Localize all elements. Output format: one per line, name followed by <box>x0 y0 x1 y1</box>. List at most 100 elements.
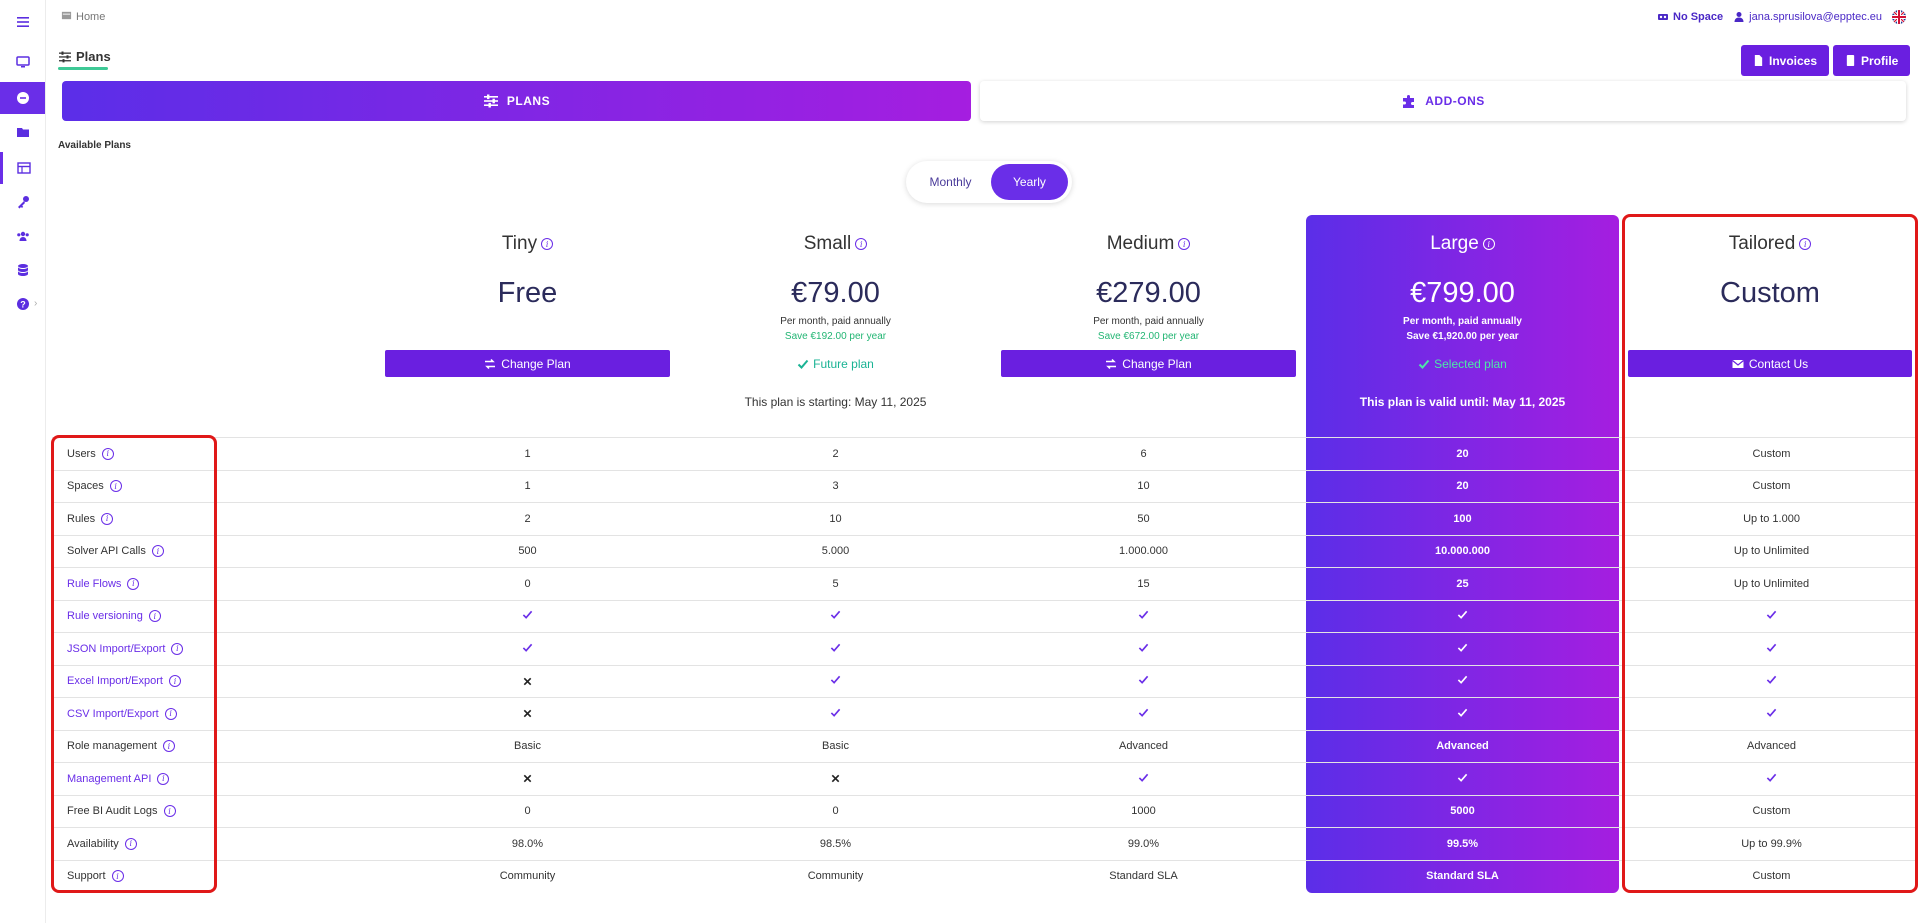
info-icon[interactable]: i <box>124 837 137 850</box>
chevron-right-icon[interactable]: › <box>34 298 37 309</box>
check-icon <box>1001 666 1286 698</box>
info-icon[interactable]: i <box>1799 238 1812 250</box>
feature-value-tiny: 0 <box>524 577 531 590</box>
plan-name: Tailored i <box>1628 233 1912 255</box>
check-icon <box>797 359 809 369</box>
feature-value-tailored: Up to Unlimited <box>1733 577 1810 590</box>
feature-name[interactable]: Management API i <box>67 763 170 795</box>
info-icon[interactable]: i <box>541 238 554 250</box>
info-icon[interactable]: i <box>1482 238 1495 250</box>
feature-name-text: Rule Flows <box>67 577 122 590</box>
features-table: Users i 1 2 6 20 Custom Spaces i 1 3 10 20 Custom Rule… <box>52 437 1916 892</box>
check-icon <box>1306 633 1619 665</box>
feature-name: Free BI Audit Logs i <box>67 796 176 828</box>
info-icon[interactable]: i <box>127 577 140 590</box>
feature-value-medium: 15 <box>1137 577 1150 590</box>
cross-icon <box>385 763 670 795</box>
page-title-text: Plans <box>76 49 111 64</box>
feature-value-tiny: 98.0% <box>511 837 544 850</box>
info-icon[interactable]: i <box>168 675 181 688</box>
info-icon[interactable]: i <box>101 512 114 525</box>
feature-value-tailored: Up to Unlimited <box>1733 545 1810 558</box>
info-icon[interactable]: i <box>1178 238 1191 250</box>
feature-value-tiny: 0 <box>524 805 531 818</box>
info-icon[interactable]: i <box>855 238 868 250</box>
change-plan-button[interactable]: Change Plan <box>1001 350 1296 377</box>
breadcrumb: Home <box>61 10 105 24</box>
feature-name-text: JSON Import/Export <box>67 642 166 655</box>
feature-name[interactable]: CSV Import/Export i <box>67 698 177 730</box>
change-plan-button[interactable]: Change Plan <box>385 350 670 377</box>
info-icon[interactable]: i <box>148 610 161 623</box>
table-icon[interactable] <box>0 152 45 184</box>
tab-plans[interactable]: PLANS <box>62 81 971 121</box>
feature-value-tiny: 2 <box>524 512 531 525</box>
feature-name[interactable]: JSON Import/Export i <box>67 633 184 665</box>
feature-value-tailored: Advanced <box>1747 740 1796 753</box>
plus-circle-icon[interactable] <box>0 82 45 114</box>
feature-name-text: Solver API Calls <box>67 545 146 558</box>
feature-value-small: Basic <box>822 740 849 753</box>
check-icon <box>1001 601 1286 633</box>
database-icon[interactable] <box>0 254 45 286</box>
plan-savings: Save €672.00 per year <box>1097 331 1200 342</box>
check-icon <box>1628 698 1915 730</box>
check-icon <box>1306 601 1619 633</box>
menu-icon[interactable] <box>0 6 45 38</box>
profile-button[interactable]: Profile <box>1833 45 1911 76</box>
folder-icon[interactable] <box>0 116 45 148</box>
feature-value-tiny: Community <box>499 870 556 883</box>
feature-value-medium: 50 <box>1137 512 1150 525</box>
feature-name: Users i <box>67 438 114 470</box>
feature-name-text: Role management <box>67 740 157 753</box>
plan-large: Large i €799.00 Per month, paid annually… <box>1306 215 1619 440</box>
contact-us-label: Contact Us <box>1748 356 1809 371</box>
breadcrumb-home[interactable]: Home <box>76 11 105 23</box>
plan-medium: Medium i €279.00 Per month, paid annuall… <box>1001 215 1296 440</box>
toggle-monthly[interactable]: Monthly <box>910 164 991 200</box>
feature-name: Support i <box>67 861 124 893</box>
tab-plans-label: PLANS <box>506 94 551 108</box>
info-icon[interactable]: i <box>171 642 184 655</box>
feature-name[interactable]: Rule Flows i <box>67 568 140 600</box>
users-icon[interactable] <box>0 220 45 252</box>
feature-name[interactable]: Excel Import/Export i <box>67 666 181 698</box>
feature-value-small: 3 <box>832 480 839 493</box>
user-menu[interactable]: jana.sprusilova@epptec.eu <box>1733 11 1882 23</box>
info-icon[interactable]: i <box>162 740 175 753</box>
plan-status-text: Future plan <box>813 356 874 371</box>
plan-price: €79.00 <box>791 277 880 309</box>
key-icon[interactable] <box>0 186 45 218</box>
info-icon[interactable]: i <box>101 447 114 460</box>
info-icon[interactable]: i <box>109 480 122 493</box>
info-icon[interactable]: i <box>163 805 176 818</box>
info-icon[interactable]: i <box>111 870 124 883</box>
space-icon <box>1658 14 1668 20</box>
info-icon[interactable]: i <box>151 545 164 558</box>
profile-label: Profile <box>1861 53 1899 68</box>
table-row: Management API i <box>52 762 1916 795</box>
plan-tiny: Tiny i Free Change Plan <box>385 215 670 440</box>
feature-value-medium: Standard SLA <box>1109 870 1178 883</box>
uk-flag-icon[interactable] <box>1892 10 1906 24</box>
feature-name[interactable]: Rule versioning i <box>67 601 161 633</box>
plan-name: Large i <box>1306 233 1619 255</box>
help-icon[interactable]: ? <box>0 288 45 320</box>
space-selector[interactable]: No Space <box>1657 11 1723 23</box>
info-icon[interactable]: i <box>157 772 170 785</box>
sliders-icon <box>483 94 498 108</box>
feature-value-medium: 99.0% <box>1127 837 1160 850</box>
contact-us-button[interactable]: Contact Us <box>1628 350 1912 377</box>
check-icon <box>1001 633 1286 665</box>
feature-value-small: 10 <box>829 512 842 525</box>
sliders-icon <box>59 51 71 62</box>
info-icon[interactable]: i <box>164 707 177 720</box>
table-row: Users i 1 2 6 20 Custom <box>52 437 1916 470</box>
check-icon <box>385 633 670 665</box>
invoices-button[interactable]: Invoices <box>1741 45 1830 76</box>
toggle-yearly[interactable]: Yearly <box>990 164 1068 200</box>
tab-addons[interactable]: ADD-ONS <box>980 81 1906 121</box>
feature-name-text: Rules <box>67 512 96 525</box>
feature-value-large: 20 <box>1456 447 1469 460</box>
monitor-icon[interactable] <box>0 46 45 78</box>
